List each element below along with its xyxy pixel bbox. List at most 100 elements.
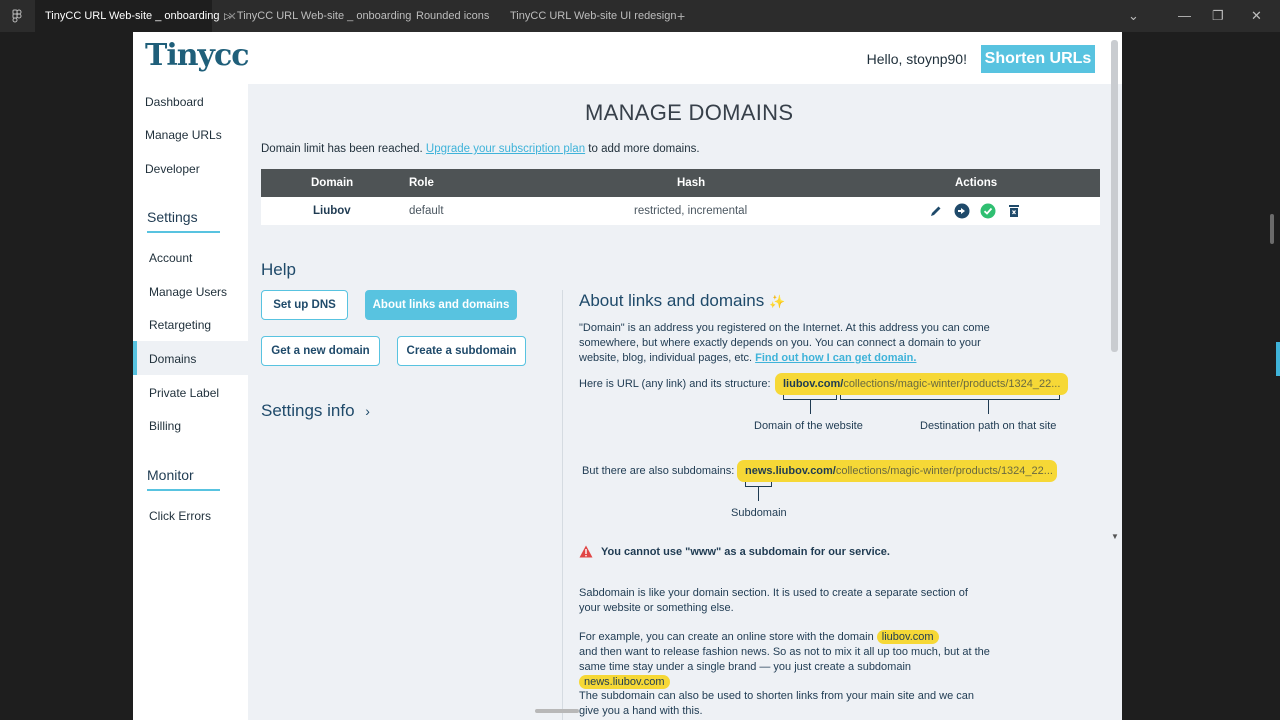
tab-3[interactable]: Rounded icons xyxy=(406,0,499,32)
url-path: collections/magic-winter/products/1324_2… xyxy=(843,378,1061,390)
sparkle-icon: ✨ xyxy=(768,294,786,309)
tab-bar: TinyCC URL Web-site _ onboarding ✕ ▷ Tin… xyxy=(0,0,1280,32)
subdomain-pill: news.liubov.com xyxy=(579,675,670,689)
warning-text: You cannot use "www" as a subdomain for … xyxy=(601,545,890,558)
domain-explanation: "Domain" is an address you registered on… xyxy=(579,321,999,366)
tab-label: TinyCC URL Web-site _ onboarding xyxy=(236,10,412,22)
table-row: Liubov default restricted, incremental xyxy=(261,197,1100,225)
www-warning: You cannot use "www" as a subdomain for … xyxy=(579,545,890,558)
tinycc-logo[interactable]: Tinycc xyxy=(145,38,249,73)
url-domain: liubov.com/ xyxy=(783,378,844,390)
path-label: Destination path on that site xyxy=(920,420,1057,432)
settings-info-link[interactable]: Settings info › xyxy=(261,401,370,421)
subdomain-stem xyxy=(758,487,759,501)
para-text: and then want to release fashion news. S… xyxy=(579,646,990,673)
notice-text: to add more domains. xyxy=(585,143,700,155)
para-text: For example, you can create an online st… xyxy=(579,631,874,643)
about-title-text: About links and domains xyxy=(579,291,765,310)
scroll-down-icon[interactable]: ▼ xyxy=(1111,532,1119,541)
tab-label: Rounded icons xyxy=(416,10,490,22)
chevron-right-icon: › xyxy=(365,403,370,419)
cell-role: default xyxy=(409,205,444,217)
warning-icon xyxy=(579,545,593,558)
restore-icon[interactable]: ❐ xyxy=(1212,8,1224,24)
domain-label: Domain of the website xyxy=(754,420,863,432)
col-actions: Actions xyxy=(955,177,998,189)
subdomain-example: For example, you can create an online st… xyxy=(579,630,999,690)
page-title: MANAGE DOMAINS xyxy=(585,100,794,125)
site-header: Tinycc Hello, stoynp90! Shorten URLs xyxy=(133,32,1122,84)
domain-limit-notice: Domain limit has been reached. Upgrade y… xyxy=(261,143,700,155)
col-domain: Domain xyxy=(311,177,354,189)
settings-section-title: Settings xyxy=(147,209,198,225)
sidebar-item-retargeting[interactable]: Retargeting xyxy=(149,318,211,332)
domains-table-header: Domain Role Hash Actions xyxy=(261,169,1100,197)
sidebar-item-dashboard[interactable]: Dashboard xyxy=(145,95,204,109)
delete-icon[interactable] xyxy=(1005,202,1023,220)
tab-label: TinyCC URL Web-site _ onboarding xyxy=(45,10,220,22)
subdomain-domain: news.liubov.com/ xyxy=(745,465,836,477)
url-example-pill: liubov.com/collections/magic-winter/prod… xyxy=(775,373,1068,395)
close-window-icon[interactable]: ✕ xyxy=(1251,8,1262,24)
subdomain-label: Subdomain xyxy=(731,507,787,519)
help-divider xyxy=(562,290,563,720)
help-title: Help xyxy=(261,260,296,279)
figma-icon[interactable] xyxy=(10,9,24,23)
sidebar-item-billing[interactable]: Billing xyxy=(149,419,181,433)
vertical-scrollbar[interactable] xyxy=(1111,40,1118,352)
domain-stem xyxy=(810,400,811,414)
path-stem xyxy=(988,400,989,414)
edit-icon[interactable] xyxy=(927,202,945,220)
new-tab-icon[interactable]: + xyxy=(677,8,685,24)
section-underline xyxy=(147,231,220,233)
set-up-dns-button[interactable]: Set up DNS xyxy=(261,290,348,320)
chevron-down-icon[interactable]: ⌄ xyxy=(1128,8,1139,24)
settings-info-label: Settings info xyxy=(261,401,355,420)
upgrade-plan-link[interactable]: Upgrade your subscription plan xyxy=(426,143,585,155)
subdomain-example-pill: news.liubov.com/collections/magic-winter… xyxy=(737,460,1057,482)
subdomain-intro: But there are also subdomains: xyxy=(582,465,735,477)
subdomain-explanation: Sabdomain is like your domain section. I… xyxy=(579,587,968,614)
check-icon[interactable] xyxy=(979,202,997,220)
canvas-right xyxy=(1122,32,1280,720)
monitor-section-title: Monitor xyxy=(147,467,194,483)
tab-4[interactable]: TinyCC URL Web-site UI redesign xyxy=(500,0,686,32)
get-new-domain-button[interactable]: Get a new domain xyxy=(261,336,380,366)
canvas-accent xyxy=(1276,342,1280,376)
subdomain-path: collections/magic-winter/products/1324_2… xyxy=(835,465,1053,477)
col-role: Role xyxy=(409,177,434,189)
canvas-left xyxy=(0,32,133,720)
notice-text: Domain limit has been reached. xyxy=(261,143,426,155)
tab-2[interactable]: ▷ TinyCC URL Web-site _ onboarding xyxy=(214,0,421,32)
sidebar-item-manage-urls[interactable]: Manage URLs xyxy=(145,128,222,142)
tab-label: TinyCC URL Web-site UI redesign xyxy=(510,10,677,22)
col-hash: Hash xyxy=(677,177,706,189)
sidebar-item-manage-users[interactable]: Manage Users xyxy=(149,285,227,299)
path-bracket xyxy=(840,395,1060,400)
url-structure-intro: Here is URL (any link) and its structure… xyxy=(579,378,771,390)
section-underline xyxy=(147,489,220,491)
find-out-domain-link[interactable]: Find out how I can get domain. xyxy=(755,352,916,364)
minimize-icon[interactable]: — xyxy=(1178,8,1191,23)
shorten-explanation: The subdomain can also be used to shorte… xyxy=(579,690,974,717)
create-subdomain-button[interactable]: Create a subdomain xyxy=(397,336,526,366)
shorten-urls-button[interactable]: Shorten URLs xyxy=(981,45,1095,73)
redirect-icon[interactable] xyxy=(953,202,971,220)
canvas-scrollbar[interactable] xyxy=(1270,214,1274,244)
about-links-domains-button[interactable]: About links and domains xyxy=(365,290,517,320)
user-greeting: Hello, stoynp90! xyxy=(866,51,967,67)
tab-1[interactable]: TinyCC URL Web-site _ onboarding ✕ xyxy=(35,0,237,32)
sidebar-item-click-errors[interactable]: Click Errors xyxy=(149,509,211,523)
sidebar-item-account[interactable]: Account xyxy=(149,251,192,265)
horizontal-scrollbar[interactable] xyxy=(535,709,579,713)
sidebar-item-domains[interactable]: Domains xyxy=(149,352,196,366)
cell-hash: restricted, incremental xyxy=(634,205,748,217)
cell-domain: Liubov xyxy=(313,205,351,217)
sidebar-item-developer[interactable]: Developer xyxy=(145,162,200,176)
about-title: About links and domains ✨ xyxy=(579,291,785,311)
website-frame: Tinycc Hello, stoynp90! Shorten URLs Das… xyxy=(133,32,1122,720)
play-icon: ▷ xyxy=(224,10,231,21)
domain-pill: liubov.com xyxy=(876,630,939,644)
sidebar-item-private-label[interactable]: Private Label xyxy=(149,386,219,400)
sidebar: Dashboard Manage URLs Developer Settings… xyxy=(133,84,248,720)
